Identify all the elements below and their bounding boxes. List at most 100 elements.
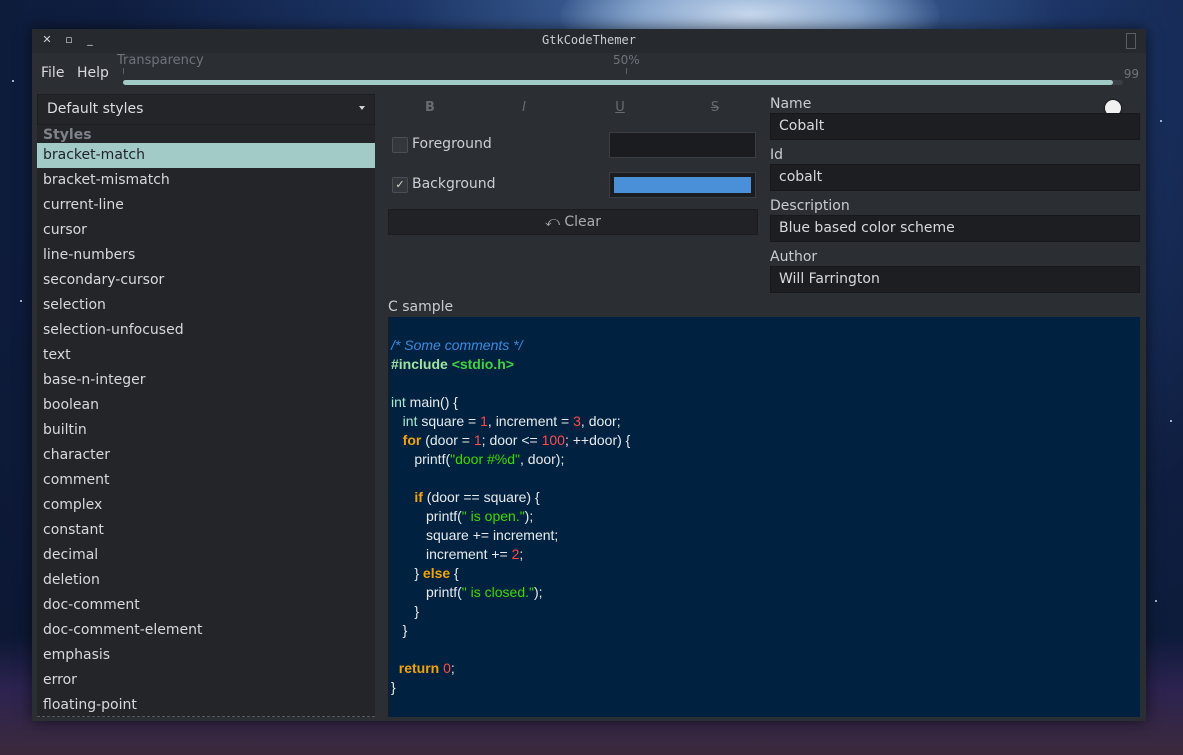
style-list-item-label: complex xyxy=(43,497,103,513)
name-field[interactable]: Cobalt xyxy=(770,113,1140,140)
style-list-item[interactable]: boolean xyxy=(37,393,375,418)
scheme-dropdown[interactable]: Default styles xyxy=(37,94,375,125)
code-line: square += increment; xyxy=(391,526,558,545)
style-list-item[interactable]: selection-unfocused xyxy=(37,318,375,343)
foreground-label: Foreground xyxy=(412,136,492,152)
code-token: int xyxy=(402,413,418,429)
style-list-item[interactable]: deletion xyxy=(37,568,375,593)
style-list-item-label: floating-point xyxy=(43,697,137,713)
styles-list: Styles bracket-match bracket-mismatch curr… xyxy=(37,125,375,717)
description-field[interactable]: Blue based color scheme xyxy=(770,215,1140,242)
style-list-item[interactable]: bracket-match xyxy=(37,143,375,168)
code-line: if (door == square) { xyxy=(391,488,539,507)
style-list-item[interactable]: bracket-mismatch xyxy=(37,168,375,193)
style-list-item-label: text xyxy=(43,347,71,363)
style-list-item[interactable]: text xyxy=(37,343,375,368)
styles-list-header: Styles xyxy=(43,127,92,143)
clear-button[interactable]: ⤺ Clear xyxy=(388,209,758,235)
check-icon: ✓ xyxy=(395,178,405,191)
foreground-color-button[interactable] xyxy=(609,132,756,158)
foreground-color-swatch xyxy=(614,137,751,153)
menu-help[interactable]: Help xyxy=(77,65,109,81)
bold-button[interactable]: B xyxy=(415,100,445,115)
style-list-item[interactable]: emphasis xyxy=(37,643,375,668)
style-list-item-label: doc-comment-element xyxy=(43,622,203,638)
transparency-mid-mark: 50% xyxy=(613,53,640,67)
code-line: #include <stdio.h> xyxy=(391,355,514,374)
title-bar[interactable]: ✕ ▫ _ GtkCodeThemer xyxy=(32,29,1146,53)
style-list-item[interactable]: floating-point xyxy=(37,693,375,716)
id-label: Id xyxy=(770,147,784,163)
name-label: Name xyxy=(770,96,812,112)
description-label: Description xyxy=(770,198,850,214)
code-token: } xyxy=(391,603,420,619)
underline-button[interactable]: U xyxy=(605,100,635,115)
style-list-item[interactable]: doc-comment xyxy=(37,593,375,618)
code-token: " is closed." xyxy=(461,584,534,600)
style-list-item-label: comment xyxy=(43,472,110,488)
code-token: , door); xyxy=(520,451,565,467)
code-token: 100 xyxy=(541,432,565,448)
code-token: else xyxy=(422,565,451,581)
code-token: , door; xyxy=(580,413,621,429)
transparency-slider-fill xyxy=(123,80,1113,85)
code-token: ; ++door) { xyxy=(564,432,631,448)
code-token: ); xyxy=(533,584,543,600)
style-list-item[interactable]: builtin xyxy=(37,418,375,443)
style-list-item[interactable]: line-numbers xyxy=(37,243,375,268)
clear-button-label: Clear xyxy=(564,214,602,230)
background-color-swatch xyxy=(614,177,751,193)
menu-file[interactable]: File xyxy=(41,65,64,81)
style-list-item[interactable]: doc-comment-element xyxy=(37,618,375,643)
style-list-item[interactable]: base-n-integer xyxy=(37,368,375,393)
code-token: (door = xyxy=(421,432,474,448)
foreground-checkbox[interactable] xyxy=(392,137,408,153)
code-line: return 0; xyxy=(391,659,455,678)
code-token: } xyxy=(391,565,423,581)
style-list-item[interactable]: character xyxy=(37,443,375,468)
code-sample-view[interactable]: /* Some comments */ #include <stdio.h> int… xyxy=(388,317,1140,717)
style-list-item-label: base-n-integer xyxy=(43,372,146,388)
style-list-item-label: error xyxy=(43,672,77,688)
style-list-item[interactable]: comment xyxy=(37,468,375,493)
app-window: ✕ ▫ _ GtkCodeThemer File Help Transparen… xyxy=(32,29,1146,721)
slider-tick xyxy=(123,68,124,74)
sample-label: C sample xyxy=(388,299,454,315)
code-token: { xyxy=(450,565,459,581)
style-list-item-label: selection-unfocused xyxy=(43,322,184,338)
code-line: int main() { xyxy=(391,393,458,412)
style-list-item[interactable]: selection xyxy=(37,293,375,318)
style-list-item[interactable]: constant xyxy=(37,518,375,543)
style-list-item-label: deletion xyxy=(43,572,100,588)
author-field[interactable]: Will Farrington xyxy=(770,266,1140,293)
code-line: printf("door #%d", door); xyxy=(391,450,564,469)
transparency-slider-track[interactable] xyxy=(123,80,1123,116)
slider-tick xyxy=(626,68,627,74)
wallpaper-star xyxy=(1160,120,1162,122)
code-token: printf( xyxy=(391,508,462,524)
style-list-item[interactable]: current-line xyxy=(37,193,375,218)
window-menu-icon[interactable] xyxy=(1126,33,1136,49)
code-token: increment += xyxy=(391,546,512,562)
code-token: #include xyxy=(391,356,452,372)
background-checkbox[interactable]: ✓ xyxy=(392,177,408,193)
code-token: printf( xyxy=(391,584,462,600)
window-title: GtkCodeThemer xyxy=(542,33,636,47)
transparency-value: 99 xyxy=(1123,67,1139,81)
italic-button[interactable]: I xyxy=(509,100,539,115)
style-list-item[interactable]: error xyxy=(37,668,375,693)
style-list-item[interactable]: secondary-cursor xyxy=(37,268,375,293)
style-list-item[interactable]: complex xyxy=(37,493,375,518)
style-list-item-label: selection xyxy=(43,297,106,313)
background-label: Background xyxy=(412,176,496,192)
wallpaper-star xyxy=(12,80,14,82)
id-field[interactable]: cobalt xyxy=(770,164,1140,191)
code-line: } else { xyxy=(391,564,459,583)
strikethrough-button[interactable]: S xyxy=(700,100,730,115)
background-color-button[interactable] xyxy=(609,172,756,198)
style-list-item[interactable]: cursor xyxy=(37,218,375,243)
style-list-item-label: boolean xyxy=(43,397,99,413)
scheme-dropdown-value: Default styles xyxy=(47,101,144,117)
style-list-item[interactable]: decimal xyxy=(37,543,375,568)
